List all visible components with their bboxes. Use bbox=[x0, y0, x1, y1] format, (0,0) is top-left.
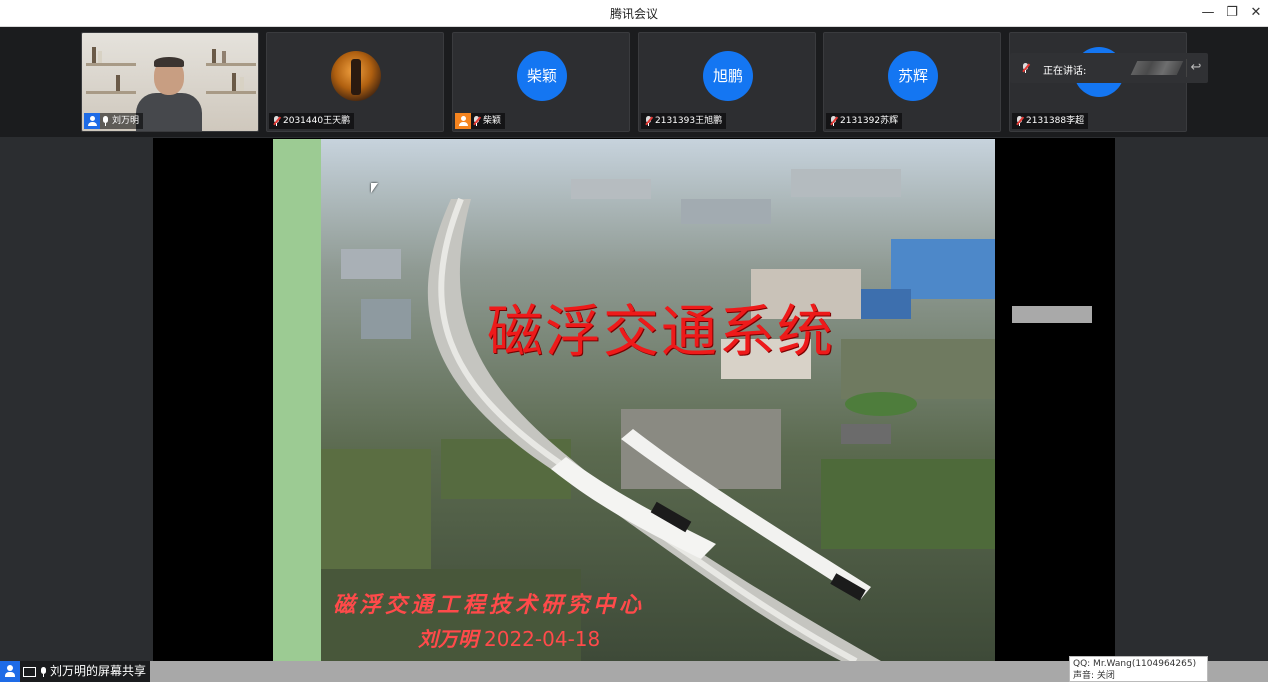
mic-muted-icon bbox=[645, 115, 653, 126]
participant-name-tag: 2031440王天鹏 bbox=[269, 113, 355, 129]
participant-name: 2131393王旭鹏 bbox=[655, 116, 723, 126]
shared-slide: 磁浮交通系统 磁浮交通工程技术研究中心 刘万明 2022-04-18 bbox=[273, 139, 995, 661]
mic-muted-icon bbox=[1016, 115, 1024, 126]
cohost-icon bbox=[455, 113, 471, 129]
participant-tile[interactable]: 柴颖 柴颖 bbox=[452, 32, 630, 132]
close-button[interactable]: ✕ bbox=[1246, 3, 1266, 23]
mic-muted-icon bbox=[273, 115, 281, 126]
screen-share-label[interactable]: 刘万明的屏幕共享 bbox=[0, 661, 151, 682]
sound-text: 声音: 关闭 bbox=[1073, 671, 1115, 681]
slide-accent-bar bbox=[273, 139, 321, 661]
share-label-text: 刘万明的屏幕共享 bbox=[50, 664, 147, 678]
participant-tile[interactable]: 2031440王天鹏 bbox=[266, 32, 444, 132]
avatar: 柴颖 bbox=[517, 51, 567, 101]
minimize-button[interactable]: — bbox=[1198, 3, 1218, 23]
participant-tile[interactable]: 旭鹏 2131393王旭鹏 bbox=[638, 32, 816, 132]
participant-name: 2131392苏辉 bbox=[840, 116, 899, 126]
speaking-label: 正在讲话: bbox=[1043, 66, 1087, 77]
participant-name-tag: 2131388李超 bbox=[1012, 113, 1089, 129]
slide-photo bbox=[321, 139, 995, 661]
avatar: 旭鹏 bbox=[703, 51, 753, 101]
user-icon bbox=[0, 661, 20, 682]
qq-overlay: QQ: Mr.Wang(1104964265) 声音: 关闭 bbox=[1069, 656, 1208, 682]
speaking-indicator: 正在讲话: ↩ bbox=[1010, 53, 1208, 83]
slide-author-line: 刘万明 2022-04-18 bbox=[418, 623, 600, 652]
redaction-block bbox=[1012, 306, 1092, 323]
slide-title: 磁浮交通系统 bbox=[487, 300, 835, 365]
slide-author: 刘万明 bbox=[418, 627, 478, 651]
mic-muted-icon bbox=[473, 115, 481, 126]
participant-name: 柴颖 bbox=[483, 116, 502, 126]
restore-button[interactable]: ❐ bbox=[1222, 3, 1242, 23]
participant-tile[interactable]: 刘万明 bbox=[81, 32, 259, 132]
mic-icon bbox=[1022, 63, 1030, 73]
window-title: 腾讯会议 bbox=[609, 7, 658, 21]
qq-text: QQ: Mr.Wang(1104964265) bbox=[1073, 659, 1197, 669]
collapse-icon[interactable]: ↩ bbox=[1186, 59, 1205, 77]
participant-name-tag: 柴颖 bbox=[455, 113, 506, 129]
participant-name: 2131388李超 bbox=[1026, 116, 1085, 126]
host-icon bbox=[84, 113, 100, 129]
participant-tile[interactable]: 苏辉 2131392苏辉 bbox=[823, 32, 1001, 132]
mic-icon bbox=[40, 666, 47, 677]
participant-name: 2031440王天鹏 bbox=[283, 116, 351, 126]
mouse-cursor-icon bbox=[371, 183, 378, 193]
participant-name-tag: 2131392苏辉 bbox=[826, 113, 903, 129]
avatar: 苏辉 bbox=[888, 51, 938, 101]
slide-date: 2022-04-18 bbox=[484, 627, 601, 651]
participant-name-tag: 2131393王旭鹏 bbox=[641, 113, 727, 129]
speaker-avatars bbox=[1130, 61, 1184, 75]
avatar bbox=[331, 51, 381, 101]
mic-muted-icon bbox=[830, 115, 838, 126]
screen-icon bbox=[23, 666, 36, 677]
title-bar: 腾讯会议 — ❐ ✕ bbox=[0, 0, 1268, 27]
mic-icon bbox=[102, 115, 109, 126]
participant-name: 刘万明 bbox=[112, 116, 140, 126]
slide-subtitle: 磁浮交通工程技术研究中心 bbox=[333, 592, 646, 618]
participant-name-tag: 刘万明 bbox=[84, 113, 144, 129]
